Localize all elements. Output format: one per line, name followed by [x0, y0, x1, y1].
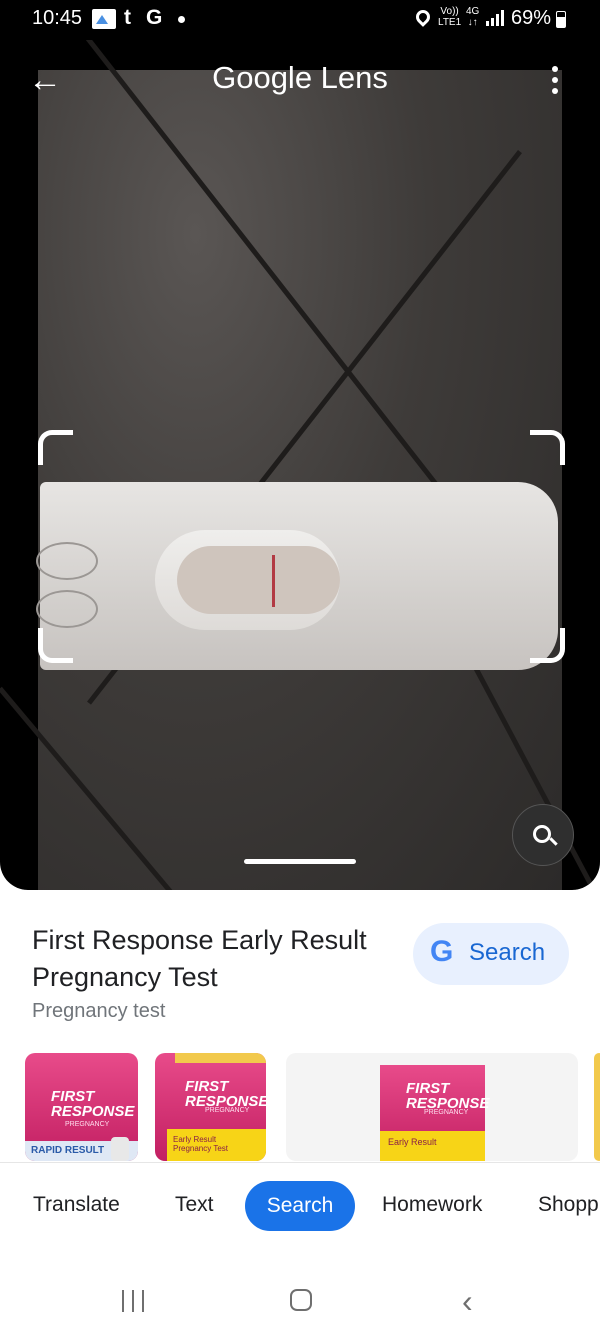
- page-title: Google Lens: [212, 60, 388, 95]
- tab-homework[interactable]: Homework: [382, 1193, 482, 1217]
- result-title[interactable]: First Response Early Result Pregnancy Te…: [32, 922, 372, 996]
- product-thumbnail[interactable]: FIRST RESPONSE PREGNANCY RAPID RESULT: [25, 1053, 138, 1161]
- lens-mode-tabs: Translate Text Search Homework Shopp: [0, 1162, 600, 1255]
- result-line: [272, 555, 275, 607]
- thumbnail-brand: FIRST RESPONSE: [406, 1080, 490, 1112]
- thumbnail-subtitle: PREGNANCY: [205, 1107, 250, 1114]
- network-type: 4G ↓↑: [466, 6, 480, 28]
- product-thumbnail[interactable]: FIRST RESPONSE PREGNANCY Early Result Pre…: [155, 1053, 266, 1161]
- volte-indicator: Vo)) LTE1: [438, 6, 462, 28]
- thumbnail-device: [111, 1137, 129, 1161]
- tumblr-icon: t: [124, 6, 131, 29]
- system-nav-bar: ‹: [0, 1254, 600, 1337]
- thumbnail-footer: Early Result: [388, 1137, 437, 1147]
- lens-viewer[interactable]: [0, 40, 600, 890]
- test-mark-oval: [36, 542, 98, 580]
- battery-icon: [556, 11, 566, 28]
- thumbnail-footer: Early Result Pregnancy Test: [173, 1135, 228, 1153]
- tab-shopping[interactable]: Shopp: [538, 1193, 599, 1217]
- thumbnail-footer: RAPID RESULT: [31, 1145, 105, 1156]
- thumbnail-subtitle: PREGNANCY: [65, 1121, 110, 1128]
- thumbnail-brand: FIRST RESPONSE: [185, 1078, 266, 1110]
- google-g-icon: G: [430, 935, 454, 968]
- status-time: 10:45: [32, 7, 83, 29]
- result-category: Pregnancy test: [32, 1000, 166, 1022]
- search-button-label: Search: [469, 939, 546, 966]
- recent-apps-icon[interactable]: [122, 1290, 146, 1312]
- fabric-seam: [0, 686, 452, 890]
- battery-percent: 69%: [511, 7, 552, 29]
- google-icon: G: [146, 6, 163, 29]
- thumbnail-yellow-band: Early Result Pregnancy Test: [167, 1129, 266, 1161]
- thumbnail-top-band: [175, 1053, 266, 1063]
- thumbnail-brand: FIRST RESPONSE: [51, 1088, 135, 1120]
- crop-handle-top-right[interactable]: [530, 430, 565, 465]
- result-window: [177, 546, 340, 614]
- signal-icon: [486, 10, 506, 26]
- sheet-drag-handle[interactable]: [244, 859, 356, 864]
- lens-search-icon[interactable]: [512, 804, 574, 866]
- notification-dot-icon: [178, 16, 185, 23]
- tab-text[interactable]: Text: [175, 1193, 214, 1217]
- google-search-button[interactable]: G Search: [413, 923, 569, 985]
- test-mark-oval: [36, 590, 98, 628]
- gallery-icon: [92, 9, 116, 29]
- back-icon[interactable]: ‹: [462, 1285, 473, 1317]
- crop-handle-top-left[interactable]: [38, 430, 73, 465]
- tab-search[interactable]: Search: [245, 1181, 355, 1231]
- pregnancy-test-stick: [36, 482, 558, 670]
- status-bar: 10:45 t G Vo)) LTE1 4G ↓↑ 69%: [0, 0, 600, 40]
- product-thumbnail-partial[interactable]: [594, 1053, 600, 1161]
- location-icon: [413, 7, 433, 27]
- thumbnail-box: FIRST RESPONSE PREGNANCY Early Result: [380, 1065, 489, 1161]
- thumbnail-subtitle: PREGNANCY: [424, 1109, 469, 1116]
- home-icon[interactable]: [290, 1289, 312, 1311]
- product-thumbnail[interactable]: FIRST RESPONSE PREGNANCY Early Result: [286, 1053, 578, 1161]
- tab-translate[interactable]: Translate: [33, 1193, 120, 1217]
- captured-photo: [0, 40, 600, 890]
- more-vertical-icon[interactable]: [546, 66, 564, 96]
- crop-handle-bottom-left[interactable]: [38, 628, 73, 663]
- thumbnail-yellow-band: Early Result: [380, 1131, 485, 1161]
- crop-handle-bottom-right[interactable]: [530, 628, 565, 663]
